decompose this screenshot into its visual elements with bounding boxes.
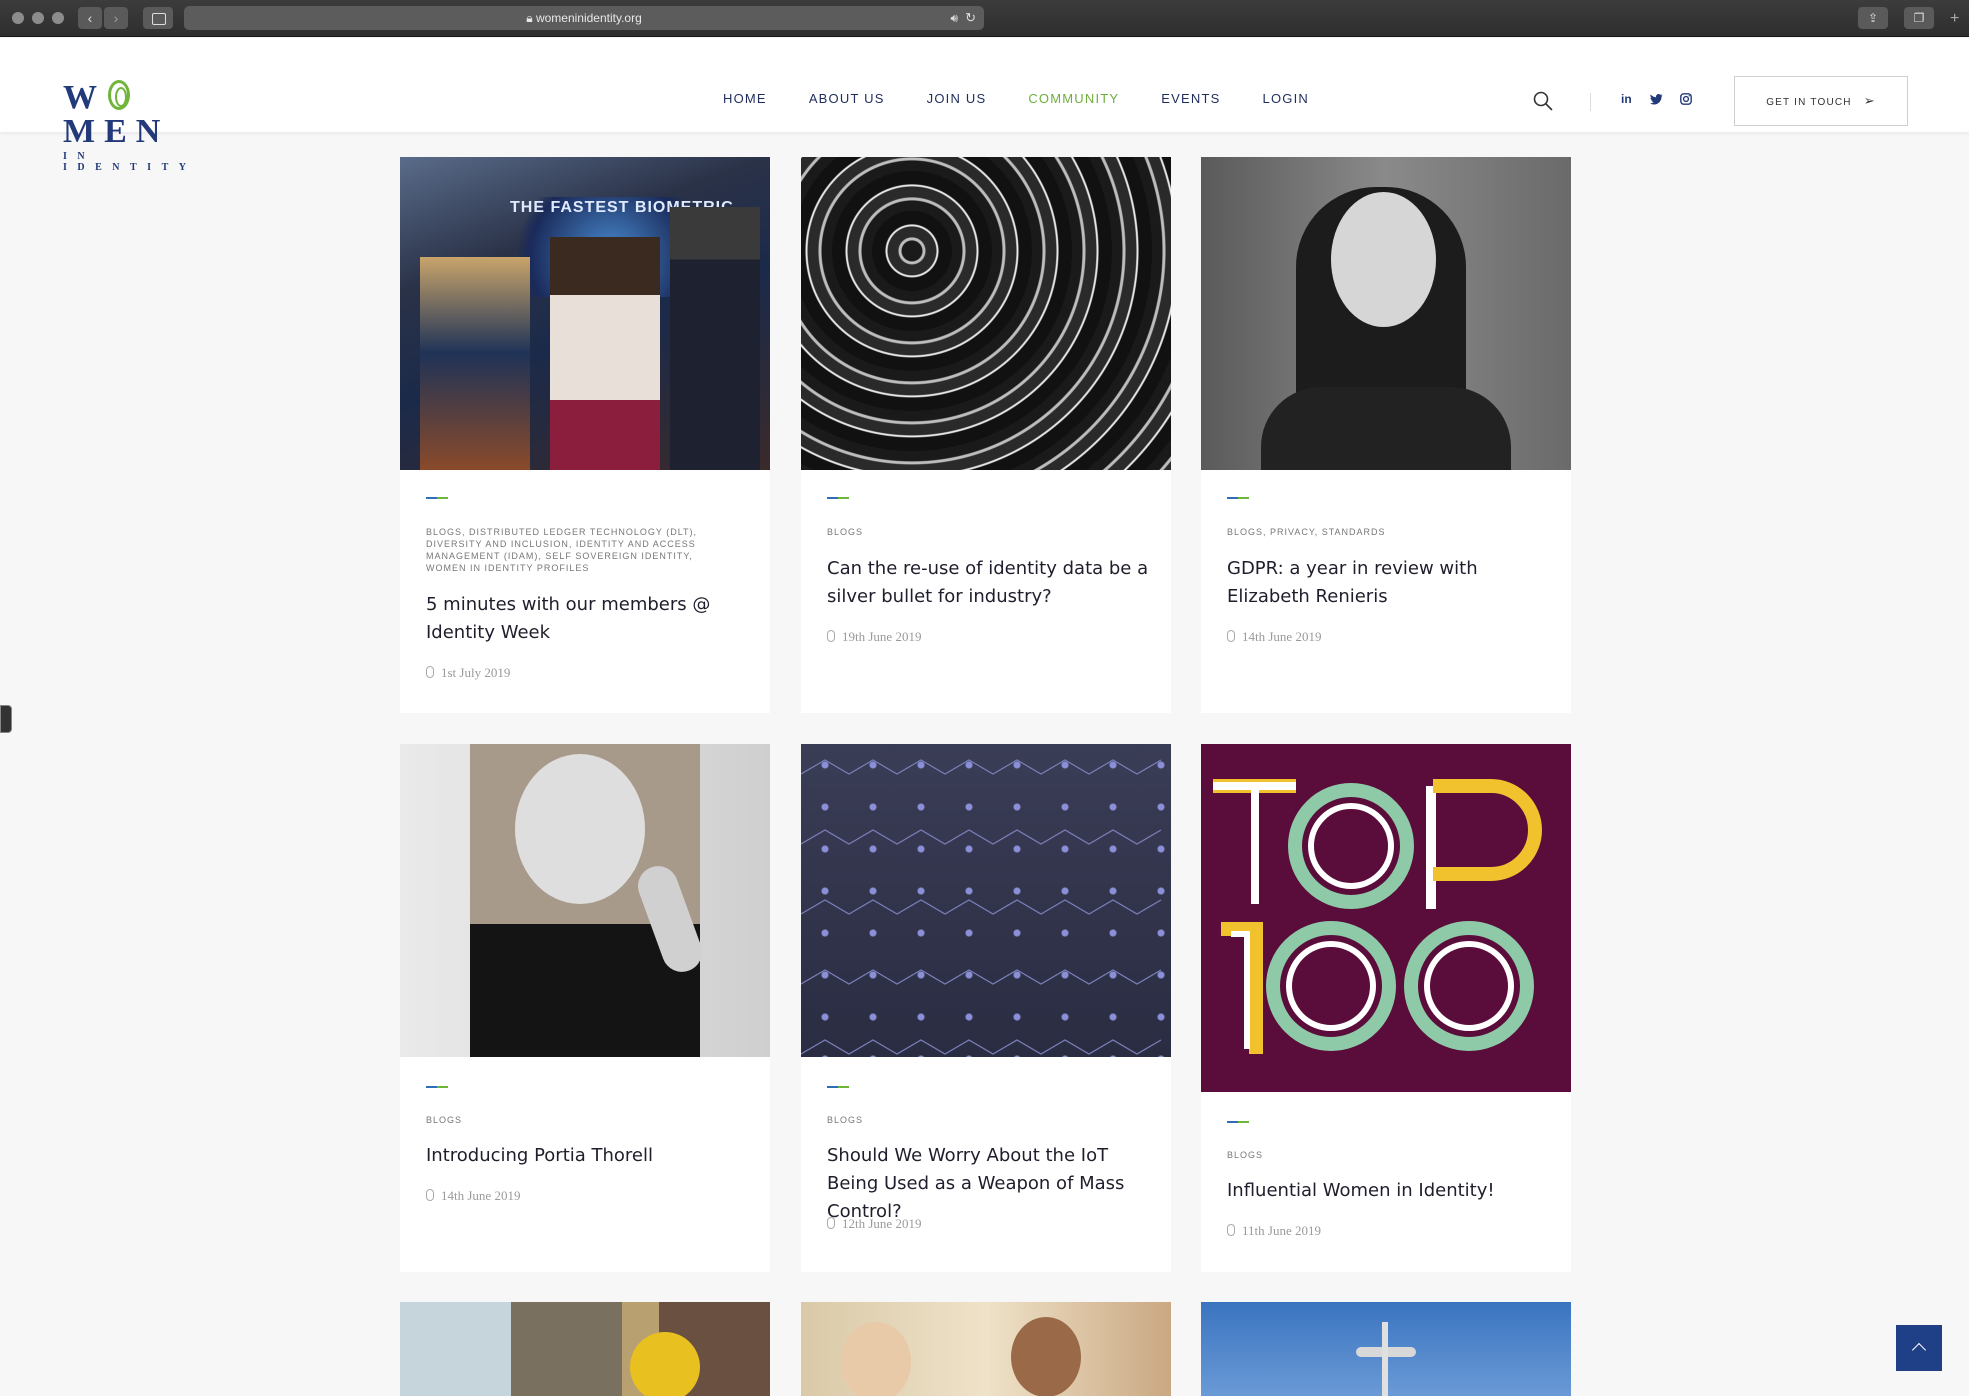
post-card[interactable]: BLOGS Introducing Portia Thorell 14th Ju… xyxy=(400,744,770,1272)
post-categories[interactable]: BLOGS, DISTRIBUTED LEDGER TECHNOLOGY (DL… xyxy=(426,526,726,574)
post-image-members-photo[interactable] xyxy=(801,1302,1171,1396)
post-categories[interactable]: BLOGS xyxy=(827,526,1127,538)
forward-button[interactable]: › xyxy=(104,7,128,29)
close-window-button[interactable] xyxy=(12,12,24,24)
tabs-overview-icon[interactable]: ❐ xyxy=(1904,7,1934,29)
speaker-icon[interactable]: 🔊︎ xyxy=(950,6,958,30)
back-to-top-button[interactable] xyxy=(1896,1325,1942,1371)
paperclip-icon xyxy=(1227,1224,1235,1236)
post-title[interactable]: GDPR: a year in review with Elizabeth Re… xyxy=(1227,555,1557,611)
post-date: 11th June 2019 xyxy=(1227,1223,1321,1239)
post-image-iot-hexagons[interactable] xyxy=(801,744,1171,1057)
twitter-icon[interactable] xyxy=(1650,94,1663,105)
lock-icon: 🔒︎ xyxy=(526,11,533,25)
header-divider xyxy=(1590,93,1591,111)
post-categories[interactable]: BLOGS xyxy=(827,1114,1127,1126)
post-categories[interactable]: BLOGS xyxy=(1227,1149,1527,1161)
category-accent-line xyxy=(426,1086,448,1088)
post-image-top-100[interactable] xyxy=(1201,744,1571,1092)
paperclip-icon xyxy=(426,1189,434,1201)
paperclip-icon xyxy=(827,1217,835,1229)
post-title[interactable]: Introducing Portia Thorell xyxy=(426,1142,756,1170)
post-categories[interactable]: BLOGS, PRIVACY, STANDARDS xyxy=(1227,526,1527,538)
post-categories[interactable]: BLOGS xyxy=(426,1114,726,1126)
post-card[interactable]: BLOGS Can the re-use of identity data be… xyxy=(801,157,1171,713)
paperclip-icon xyxy=(827,630,835,642)
linkedin-icon[interactable]: in xyxy=(1621,92,1632,106)
main-navigation: HOME ABOUT US JOIN US COMMUNITY EVENTS L… xyxy=(723,91,1351,106)
post-card[interactable]: THE FASTEST BIOMETRIC BLOGS, DISTRIBUTED… xyxy=(400,157,770,713)
nav-join-us[interactable]: JOIN US xyxy=(927,91,987,106)
post-date: 14th June 2019 xyxy=(426,1188,520,1204)
sidebar-toggle-icon[interactable] xyxy=(143,7,173,29)
instagram-icon[interactable] xyxy=(1680,93,1692,105)
category-accent-line xyxy=(827,1086,849,1088)
iot-pattern-graphic xyxy=(801,759,1162,1055)
paper-plane-icon: ➢ xyxy=(1863,93,1876,108)
category-accent-line xyxy=(426,497,448,499)
nav-events[interactable]: EVENTS xyxy=(1161,91,1220,106)
url-text: womeninidentity.org xyxy=(535,11,642,25)
category-accent-line xyxy=(1227,497,1249,499)
browser-toolbar: ‹ › 🔒︎ womeninidentity.org 🔊︎ ↻ ⇪ ❐ + xyxy=(0,0,1969,37)
post-title[interactable]: 5 minutes with our members @ Identity We… xyxy=(426,591,756,647)
search-icon[interactable] xyxy=(1533,91,1553,111)
post-image-bullets[interactable] xyxy=(801,157,1171,470)
post-image-tower-bridge[interactable] xyxy=(400,1302,770,1396)
top-100-graphic xyxy=(1213,779,1542,1054)
back-button[interactable]: ‹ xyxy=(78,7,102,29)
post-image-portia-thorell[interactable] xyxy=(400,744,770,1057)
post-date: 19th June 2019 xyxy=(827,629,921,645)
paperclip-icon xyxy=(1227,630,1235,642)
post-title[interactable]: Should We Worry About the IoT Being Used… xyxy=(827,1142,1157,1226)
category-accent-line xyxy=(1227,1121,1249,1123)
fingerprint-icon xyxy=(108,80,130,110)
post-image-elizabeth-renieris[interactable] xyxy=(1201,157,1571,470)
category-accent-line xyxy=(827,497,849,499)
post-image-space-needle[interactable] xyxy=(1201,1302,1571,1396)
paperclip-icon xyxy=(426,666,434,678)
site-header: WMEN IN IDENTITY HOME ABOUT US JOIN US C… xyxy=(0,38,1969,173)
minimize-window-button[interactable] xyxy=(32,12,44,24)
zoom-window-button[interactable] xyxy=(52,12,64,24)
reload-icon[interactable]: ↻ xyxy=(965,6,976,30)
women-in-identity-logo[interactable]: WMEN IN IDENTITY xyxy=(63,80,233,173)
new-tab-icon[interactable]: + xyxy=(1950,10,1959,28)
address-bar[interactable]: 🔒︎ womeninidentity.org 🔊︎ ↻ xyxy=(184,6,984,30)
post-date: 12th June 2019 xyxy=(827,1216,921,1232)
share-icon[interactable]: ⇪ xyxy=(1858,7,1888,29)
logo-subtitle: IN IDENTITY xyxy=(63,151,197,173)
post-card[interactable]: BLOGS, PRIVACY, STANDARDS GDPR: a year i… xyxy=(1201,157,1571,713)
side-panel-handle[interactable] xyxy=(0,705,12,733)
post-date: 14th June 2019 xyxy=(1227,629,1321,645)
nav-home[interactable]: HOME xyxy=(723,91,767,106)
nav-about-us[interactable]: ABOUT US xyxy=(809,91,885,106)
post-image-identity-week[interactable]: THE FASTEST BIOMETRIC xyxy=(400,157,770,470)
nav-login[interactable]: LOGIN xyxy=(1263,91,1309,106)
post-card[interactable]: BLOGS Influential Women in Identity! 11t… xyxy=(1201,744,1571,1272)
post-date: 1st July 2019 xyxy=(426,665,510,681)
get-in-touch-button[interactable]: GET IN TOUCH ➢ xyxy=(1734,76,1908,126)
post-title[interactable]: Can the re-use of identity data be a sil… xyxy=(827,555,1157,611)
post-title[interactable]: Influential Women in Identity! xyxy=(1227,1177,1557,1205)
nav-community[interactable]: COMMUNITY xyxy=(1028,91,1119,106)
post-card[interactable]: BLOGS Should We Worry About the IoT Bein… xyxy=(801,744,1171,1272)
